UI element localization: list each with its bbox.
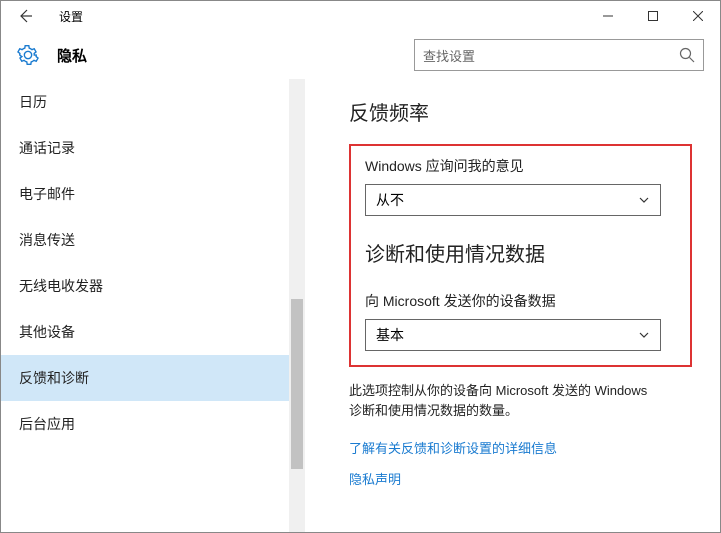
section-heading-feedback: 反馈频率 xyxy=(349,97,692,126)
diagnostics-description: 此选项控制从你的设备向 Microsoft 发送的 Windows 诊断和使用情… xyxy=(349,381,659,420)
sidebar: 日历 通话记录 电子邮件 消息传送 无线电收发器 其他设备 反馈和诊断 后台应用 xyxy=(1,79,305,532)
close-button[interactable] xyxy=(675,1,720,31)
section-heading-diagnostics: 诊断和使用情况数据 xyxy=(365,238,676,273)
search-placeholder: 查找设置 xyxy=(423,46,475,65)
back-button[interactable] xyxy=(5,1,45,31)
search-icon xyxy=(679,47,695,63)
maximize-icon xyxy=(648,11,658,21)
scrollbar[interactable] xyxy=(289,79,305,532)
scrollbar-thumb[interactable] xyxy=(291,299,303,469)
arrow-left-icon xyxy=(17,8,33,24)
chevron-down-icon xyxy=(638,329,650,341)
minimize-icon xyxy=(603,11,613,21)
minimize-button[interactable] xyxy=(585,1,630,31)
sidebar-item-email[interactable]: 电子邮件 xyxy=(1,171,305,217)
titlebar: 设置 xyxy=(1,1,720,31)
window-title: 设置 xyxy=(59,8,83,25)
sidebar-item-otherdevices[interactable]: 其他设备 xyxy=(1,309,305,355)
diagnostics-label: 向 Microsoft 发送你的设备数据 xyxy=(365,291,676,311)
sidebar-item-messaging[interactable]: 消息传送 xyxy=(1,217,305,263)
page-title: 隐私 xyxy=(57,45,87,66)
search-input[interactable]: 查找设置 xyxy=(414,39,704,71)
sidebar-item-radios[interactable]: 无线电收发器 xyxy=(1,263,305,309)
feedback-frequency-label: Windows 应询问我的意见 xyxy=(365,156,676,176)
sidebar-item-callhistory[interactable]: 通话记录 xyxy=(1,125,305,171)
diagnostics-dropdown[interactable]: 基本 xyxy=(365,319,661,351)
sidebar-item-backgroundapps[interactable]: 后台应用 xyxy=(1,401,305,447)
close-icon xyxy=(693,11,703,21)
sidebar-item-feedback[interactable]: 反馈和诊断 xyxy=(1,355,305,401)
chevron-down-icon xyxy=(638,194,650,206)
feedback-frequency-dropdown[interactable]: 从不 xyxy=(365,184,661,216)
content: 反馈频率 Windows 应询问我的意见 从不 诊断和使用情况数据 向 Micr… xyxy=(305,79,720,532)
header: 隐私 查找设置 xyxy=(1,31,720,79)
gear-icon xyxy=(17,44,39,66)
learn-more-link[interactable]: 了解有关反馈和诊断设置的详细信息 xyxy=(349,438,692,457)
diagnostics-value: 基本 xyxy=(376,325,404,345)
sidebar-item-calendar[interactable]: 日历 xyxy=(1,79,305,125)
maximize-button[interactable] xyxy=(630,1,675,31)
highlight-box: Windows 应询问我的意见 从不 诊断和使用情况数据 向 Microsoft… xyxy=(349,144,692,367)
privacy-statement-link[interactable]: 隐私声明 xyxy=(349,469,692,488)
feedback-frequency-value: 从不 xyxy=(376,190,404,210)
